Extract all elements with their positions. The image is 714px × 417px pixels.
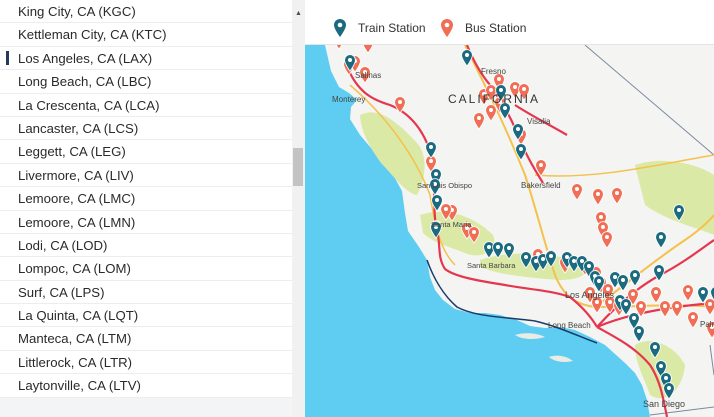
station-list-item[interactable]: Kettleman City, CA (KTC) [0,23,292,47]
legend-train-label: Train Station [358,21,426,35]
list-scrollbar[interactable]: ▲ [292,0,305,417]
station-list-item[interactable]: King City, CA (KGC) [0,0,292,24]
station-list-item[interactable]: Los Angeles, CA (LAX) [0,46,292,71]
station-list-item[interactable]: Long Beach, CA (LBC) [0,70,292,94]
label-san-luis-obispo: San Luis Obispo [417,181,472,190]
train-station-marker-icon [334,19,346,37]
legend-bus-pin [441,19,453,37]
station-list-item[interactable]: Lancaster, CA (LCS) [0,116,292,141]
label-visalia: Visalia [527,117,551,126]
california-map[interactable]: CALIFORNIA Fresno Visalia Monterey Salin… [305,45,714,417]
label-santa-maria: Santa Maria [431,220,472,229]
station-list: King City, CA (KGC) Kettleman City, CA (K… [0,0,292,417]
station-list-item[interactable]: La Crescenta, CA (LCA) [0,93,292,117]
station-list-item[interactable]: Lodi, CA (LOD) [0,233,292,258]
label-san-diego: San Diego [643,399,685,409]
station-list-item[interactable]: La Quinta, CA (LQT) [0,304,292,328]
label-salinas: Salinas [355,71,381,80]
label-california: CALIFORNIA [448,92,540,106]
label-monterey: Monterey [332,95,365,104]
station-list-item[interactable]: Lemoore, CA (LMN) [0,210,292,234]
legend-train: Train Station [333,18,426,38]
map-legend: Train Station Bus Station [305,12,714,45]
station-list-item[interactable]: Manteca, CA (LTM) [0,327,292,351]
station-list-item[interactable]: Surf, CA (LPS) [0,280,292,305]
station-list-item[interactable]: Littlerock, CA (LTR) [0,350,292,375]
label-long-beach: Long Beach [548,321,591,330]
bus-station-marker-icon [441,19,453,37]
scrollbar-thumb[interactable] [293,148,303,186]
legend-train-pin [334,19,346,37]
station-list-item[interactable]: Leggett, CA (LEG) [0,140,292,164]
station-list-item[interactable]: Lompoc, CA (LOM) [0,257,292,281]
legend-bus-label: Bus Station [465,21,527,35]
station-list-pane: King City, CA (KGC) Kettleman City, CA (K… [0,0,305,417]
label-fresno: Fresno [481,67,506,76]
label-santa-barbara: Santa Barbara [467,261,516,270]
station-list-item[interactable]: Laytonville, CA (LTV) [0,374,292,398]
legend-bus: Bus Station [440,18,526,38]
station-list-item[interactable]: Livermore, CA (LIV) [0,163,292,188]
station-list-item[interactable]: Lemoore, CA (LMC) [0,187,292,211]
label-los-angeles: Los Angeles [565,290,615,300]
map-pane: Train Station Bus Station CALIFORNIA Fre… [305,0,714,417]
label-palm-springs: Palm Springs [700,320,714,329]
label-bakersfield: Bakersfield [521,181,561,190]
scroll-up-arrow-icon[interactable]: ▲ [292,8,305,20]
